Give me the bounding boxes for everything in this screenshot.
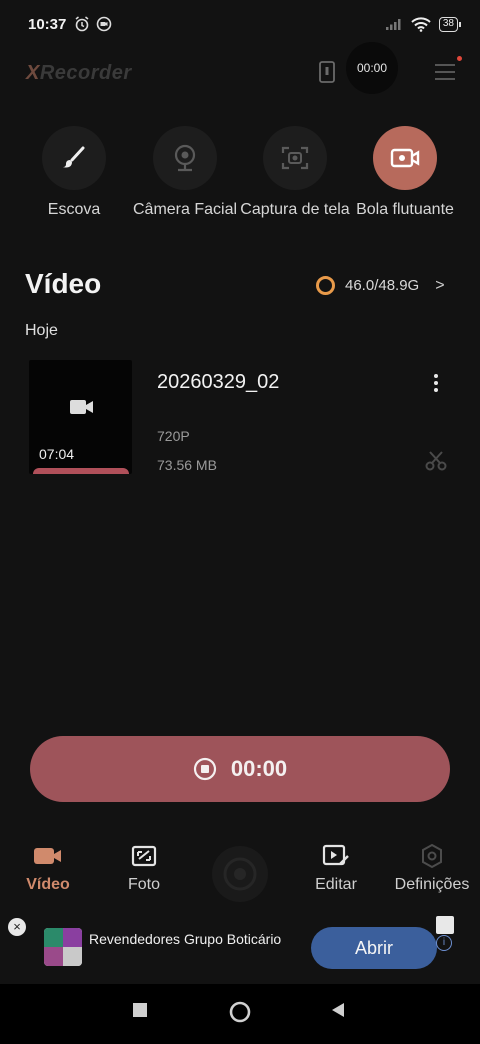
video-thumbnail[interactable]: 07:04 [29, 360, 132, 474]
tool-face-camera[interactable]: Câmera Facial [127, 126, 243, 220]
tool-label: Captura de tela [240, 201, 350, 218]
wifi-icon [411, 16, 431, 32]
tool-label: Bola flutuante [356, 201, 454, 218]
record-timer: 00:00 [230, 756, 288, 781]
screen-record-status-icon [97, 16, 112, 32]
nav-edit[interactable]: Editar [288, 840, 384, 894]
screenshot-icon [281, 146, 309, 170]
webcam-icon [174, 144, 196, 172]
video-list-item[interactable]: 07:04 20260329_02 720P 73.56 MB [24, 360, 460, 476]
settings-icon [422, 843, 442, 869]
app-bar: XRecorder 00:00 [0, 42, 480, 100]
video-icon [34, 848, 61, 864]
bottom-nav: Vídeo Foto Editar Definições [0, 840, 480, 912]
tool-screenshot[interactable]: Captura de tela [237, 126, 353, 220]
notification-dot [457, 56, 462, 61]
home-icon[interactable] [229, 1001, 251, 1023]
ad-info-icon[interactable]: i [436, 935, 452, 951]
recents-icon[interactable] [132, 1002, 148, 1018]
menu-icon[interactable] [434, 62, 456, 82]
brush-icon [63, 146, 85, 168]
signal-icon [385, 19, 401, 30]
battery-indicator: 38 [438, 16, 462, 32]
ad-text: Revendedores Grupo Boticário [89, 931, 282, 947]
storage-ring-icon [316, 276, 335, 295]
more-options-icon[interactable] [428, 372, 444, 394]
video-duration: 07:04 [39, 446, 75, 462]
nav-label: Foto [127, 876, 160, 893]
video-size: 73.56 MB [157, 457, 217, 473]
video-camera-icon [70, 400, 93, 414]
record-center-icon [223, 857, 257, 891]
close-icon[interactable]: × [8, 918, 26, 936]
nav-label: Editar [315, 876, 357, 893]
status-bar: 10:37 38 [0, 0, 480, 48]
tools-row: Escova Câmera Facial Captura de tela Bol… [0, 126, 480, 246]
nav-photo[interactable]: Foto [96, 840, 192, 894]
tool-label: Câmera Facial [132, 201, 238, 218]
section-title: Vídeo [25, 268, 102, 299]
video-name: 20260329_02 [157, 371, 280, 393]
chevron-right-icon: > [435, 276, 445, 294]
scissors-icon[interactable] [424, 450, 448, 472]
advertiser-logo [44, 928, 82, 966]
phone-icon[interactable] [318, 60, 336, 84]
floating-timer-bubble[interactable]: 00:00 [346, 42, 398, 94]
tool-label: Escova [47, 201, 101, 218]
system-nav-bar [0, 984, 480, 1044]
back-icon[interactable] [330, 1002, 346, 1018]
nav-settings[interactable]: Definições [384, 840, 480, 894]
date-group-label: Hoje [25, 322, 58, 339]
storage-indicator[interactable]: 46.0/48.9G > [316, 276, 445, 295]
storage-text: 46.0/48.9G [345, 277, 420, 294]
tool-floating-ball[interactable]: Bola flutuante [347, 126, 463, 220]
nav-label: Vídeo [26, 876, 70, 893]
video-resolution: 720P [157, 428, 190, 444]
video-camera-icon [390, 148, 420, 168]
thumbnail-preview-bar [33, 468, 129, 474]
nav-center-record[interactable] [212, 846, 268, 902]
status-time: 10:37 [28, 15, 67, 33]
ad-banner[interactable]: × Revendedores Grupo Boticário Abrir i [0, 912, 480, 984]
record-icon [193, 757, 216, 781]
screenshot-frame-icon [131, 845, 157, 867]
nav-label: Definições [394, 876, 470, 893]
nav-video[interactable]: Vídeo [0, 840, 96, 894]
tool-brush[interactable]: Escova [16, 126, 132, 220]
record-button[interactable]: 00:00 [30, 736, 450, 802]
app-logo: XRecorder [26, 62, 132, 84]
edit-video-icon [322, 844, 349, 866]
alarm-icon [75, 16, 89, 32]
ad-open-button[interactable]: Abrir [311, 927, 437, 969]
ad-options-icon[interactable] [436, 916, 454, 934]
